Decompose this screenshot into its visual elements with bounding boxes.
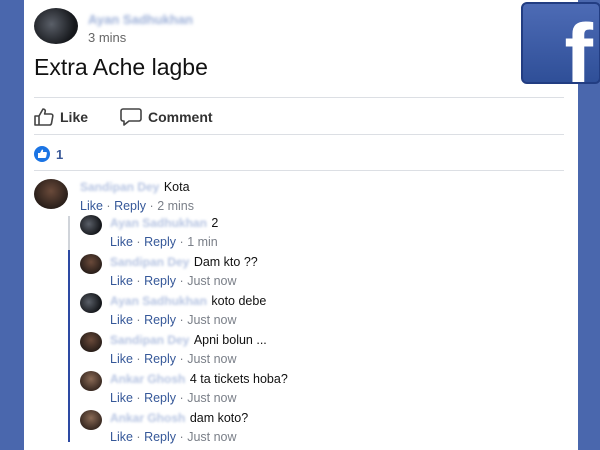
reply-author[interactable]: Sandipan Dey [110, 333, 189, 347]
divider [34, 97, 564, 98]
thread-line [68, 216, 70, 250]
post-card: Ayan Sadhukhan 3 mins Extra Ache lagbe L… [24, 0, 578, 450]
thumbs-up-icon [34, 108, 54, 126]
speech-bubble-icon [120, 108, 142, 126]
like-reaction-icon [34, 146, 50, 162]
reply-avatar[interactable] [80, 215, 102, 235]
reply-reply-link[interactable]: Reply [144, 352, 176, 366]
reply: Ankar Ghosh 4 ta tickets hoba? Like · Re… [110, 372, 288, 405]
reply: Ayan Sadhukhan koto debe Like · Reply · … [110, 294, 267, 327]
reply-author[interactable]: Ayan Sadhukhan [110, 216, 207, 230]
reply-text: Apni bolun ... [193, 333, 267, 347]
reply-avatar[interactable] [80, 332, 102, 352]
reply: Ankar Ghosh dam koto? Like · Reply · Jus… [110, 411, 249, 444]
comment-text: Kota [163, 180, 190, 194]
reply-time[interactable]: Just now [187, 430, 236, 444]
divider [34, 134, 564, 135]
post-author-name[interactable]: Ayan Sadhukhan [88, 12, 193, 27]
reply-text: Dam kto ?? [193, 255, 258, 269]
reply-time[interactable]: Just now [187, 274, 236, 288]
reaction-summary[interactable]: 1 [34, 146, 63, 162]
comment-label: Comment [148, 109, 213, 125]
reply-text: dam koto? [189, 411, 249, 425]
reply-like-link[interactable]: Like [110, 352, 133, 366]
like-button[interactable]: Like [34, 108, 88, 126]
reply: Ayan Sadhukhan 2 Like · Reply · 1 min [110, 216, 219, 249]
comment-author[interactable]: Sandipan Dey [80, 180, 159, 194]
thread-line-highlight [68, 250, 70, 442]
post-text: Extra Ache lagbe [34, 54, 208, 80]
reply-time[interactable]: Just now [187, 313, 236, 327]
post-author-avatar[interactable] [34, 8, 78, 44]
reply-reply-link[interactable]: Reply [144, 430, 176, 444]
reply-like-link[interactable]: Like [110, 313, 133, 327]
reply-like-link[interactable]: Like [110, 274, 133, 288]
comment: Sandipan Dey Kota Like · Reply · 2 mins [80, 180, 195, 213]
post-timestamp[interactable]: 3 mins [88, 30, 126, 45]
comment-time[interactable]: 2 mins [157, 199, 194, 213]
reply-time[interactable]: 1 min [187, 235, 218, 249]
comment-avatar[interactable] [34, 179, 68, 209]
reply-avatar[interactable] [80, 371, 102, 391]
facebook-logo-letter: f [564, 7, 593, 84]
comment-button[interactable]: Comment [120, 108, 213, 126]
reply: Sandipan Dey Dam kto ?? Like · Reply · J… [110, 255, 258, 288]
reply-reply-link[interactable]: Reply [144, 235, 176, 249]
reply-like-link[interactable]: Like [110, 235, 133, 249]
reply-avatar[interactable] [80, 410, 102, 430]
reply-avatar[interactable] [80, 293, 102, 313]
comment-reply-link[interactable]: Reply [114, 199, 146, 213]
reply-reply-link[interactable]: Reply [144, 313, 176, 327]
reply-time[interactable]: Just now [187, 352, 236, 366]
reply-author[interactable]: Sandipan Dey [110, 255, 189, 269]
reply-like-link[interactable]: Like [110, 391, 133, 405]
reply-like-link[interactable]: Like [110, 430, 133, 444]
reply-text: koto debe [211, 294, 267, 308]
reply-reply-link[interactable]: Reply [144, 274, 176, 288]
reply-time[interactable]: Just now [187, 391, 236, 405]
comment-like-link[interactable]: Like [80, 199, 103, 213]
reply: Sandipan Dey Apni bolun ... Like · Reply… [110, 333, 267, 366]
reply-text: 4 ta tickets hoba? [189, 372, 288, 386]
reply-author[interactable]: Ayan Sadhukhan [110, 294, 207, 308]
reply-reply-link[interactable]: Reply [144, 391, 176, 405]
divider [34, 170, 564, 171]
reply-text: 2 [211, 216, 219, 230]
facebook-logo: f [521, 2, 600, 84]
reaction-count: 1 [56, 146, 64, 162]
reply-avatar[interactable] [80, 254, 102, 274]
reply-author[interactable]: Ankar Ghosh [110, 411, 185, 425]
like-label: Like [60, 109, 89, 125]
reply-author[interactable]: Ankar Ghosh [110, 372, 185, 386]
